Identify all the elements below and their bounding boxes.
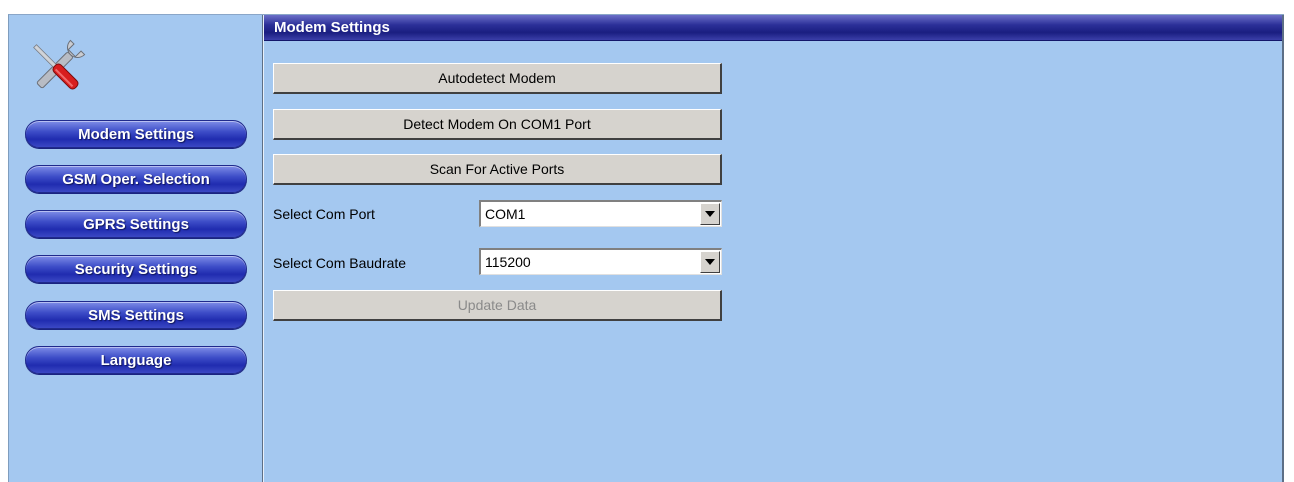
com-port-value: COM1: [485, 206, 526, 222]
panel-right-border: [1282, 15, 1284, 482]
nav-language[interactable]: Language: [25, 346, 247, 374]
settings-window: Modem Settings GSM Oper. Selection GPRS …: [8, 14, 1284, 482]
autodetect-modem-button[interactable]: Autodetect Modem: [273, 63, 722, 94]
com-port-select[interactable]: COM1: [479, 200, 722, 227]
nav-gsm-oper-selection[interactable]: GSM Oper. Selection: [25, 165, 247, 193]
tools-icon: [27, 35, 87, 101]
baudrate-value: 115200: [485, 254, 531, 270]
com-port-label: Select Com Port: [273, 206, 375, 222]
chevron-down-icon[interactable]: [700, 203, 720, 225]
scan-active-ports-button[interactable]: Scan For Active Ports: [273, 154, 722, 185]
nav-modem-settings[interactable]: Modem Settings: [25, 120, 247, 148]
sidebar: Modem Settings GSM Oper. Selection GPRS …: [9, 15, 262, 482]
nav-gprs-settings[interactable]: GPRS Settings: [25, 210, 247, 238]
panel-divider-highlight: [263, 15, 264, 482]
baudrate-select[interactable]: 115200: [479, 248, 722, 275]
chevron-down-icon[interactable]: [700, 251, 720, 273]
page-title: Modem Settings: [264, 15, 1282, 41]
update-data-button[interactable]: Update Data: [273, 290, 722, 321]
detect-modem-com1-button[interactable]: Detect Modem On COM1 Port: [273, 109, 722, 140]
baudrate-label: Select Com Baudrate: [273, 255, 407, 271]
nav-security-settings[interactable]: Security Settings: [25, 255, 247, 283]
nav-sms-settings[interactable]: SMS Settings: [25, 301, 247, 329]
